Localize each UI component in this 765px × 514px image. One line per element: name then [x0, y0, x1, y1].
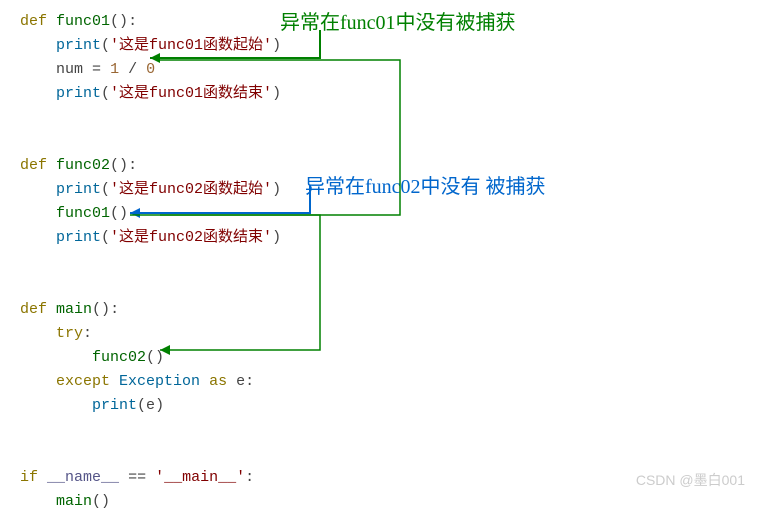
paren-open: ( [101, 37, 110, 54]
paren-open: ( [101, 85, 110, 102]
blank-line [20, 418, 745, 442]
parens: () [110, 205, 128, 222]
fn-main: main [56, 301, 92, 318]
string-literal: '这是func02函数起始' [110, 181, 272, 198]
op-eq: = [92, 61, 101, 78]
fn-print: print [56, 85, 101, 102]
code-line: def main(): [20, 298, 745, 322]
kw-def: def [20, 13, 47, 30]
ident-e: e [146, 397, 155, 414]
paren-close: ) [272, 181, 281, 198]
blank-line [20, 106, 745, 130]
paren-open: ( [137, 397, 146, 414]
op-div: / [128, 61, 137, 78]
ident-e: e [236, 373, 245, 390]
fn-print: print [56, 37, 101, 54]
paren-close: ) [272, 229, 281, 246]
blank-line [20, 250, 745, 274]
parens: () [110, 157, 128, 174]
ident-num: num [56, 61, 83, 78]
string-literal: '这是func01函数结束' [110, 85, 272, 102]
colon: : [245, 469, 254, 486]
ident-name: __name__ [47, 469, 119, 486]
colon: : [245, 373, 254, 390]
blank-line [20, 442, 745, 466]
fn-print: print [56, 229, 101, 246]
op-eqeq: == [128, 469, 146, 486]
call-main: main [56, 493, 92, 510]
code-line: func01() [20, 202, 745, 226]
num-0: 0 [146, 61, 155, 78]
kw-def: def [20, 157, 47, 174]
code-line: func02() [20, 346, 745, 370]
blank-line [20, 274, 745, 298]
kw-except: except [56, 373, 110, 390]
kw-try: try [56, 325, 83, 342]
colon: : [110, 301, 119, 318]
code-line: num = 1 / 0 [20, 58, 745, 82]
blank-line [20, 130, 745, 154]
code-line: print('这是func01函数结束') [20, 82, 745, 106]
annotation-func01: 异常在func01中没有被捕获 [280, 6, 516, 35]
paren-close: ) [272, 85, 281, 102]
paren-open: ( [101, 229, 110, 246]
code-line: main() [20, 490, 745, 514]
code-line: print('这是func02函数结束') [20, 226, 745, 250]
cls-exception: Exception [119, 373, 200, 390]
colon: : [83, 325, 92, 342]
parens: () [92, 493, 110, 510]
string-literal: '这是func02函数结束' [110, 229, 272, 246]
string-literal: '这是func01函数起始' [110, 37, 272, 54]
annotation-func02: 异常在func02中没有 被捕获 [305, 170, 546, 199]
code-line: except Exception as e: [20, 370, 745, 394]
call-func01: func01 [56, 205, 110, 222]
fn-func01: func01 [56, 13, 110, 30]
watermark: CSDN @墨白001 [636, 470, 745, 490]
parens: () [110, 13, 128, 30]
colon: : [128, 13, 137, 30]
fn-func02: func02 [56, 157, 110, 174]
num-1: 1 [110, 61, 119, 78]
parens: () [92, 301, 110, 318]
paren-close: ) [155, 397, 164, 414]
code-line: try: [20, 322, 745, 346]
call-func02: func02 [92, 349, 146, 366]
paren-open: ( [101, 181, 110, 198]
fn-print: print [56, 181, 101, 198]
kw-as: as [209, 373, 227, 390]
string-literal: '__main__' [155, 469, 245, 486]
code-line: print('这是func01函数起始') [20, 34, 745, 58]
fn-print: print [92, 397, 137, 414]
kw-def: def [20, 301, 47, 318]
paren-close: ) [272, 37, 281, 54]
colon: : [128, 157, 137, 174]
kw-if: if [20, 469, 38, 486]
code-line: print(e) [20, 394, 745, 418]
parens: () [146, 349, 164, 366]
